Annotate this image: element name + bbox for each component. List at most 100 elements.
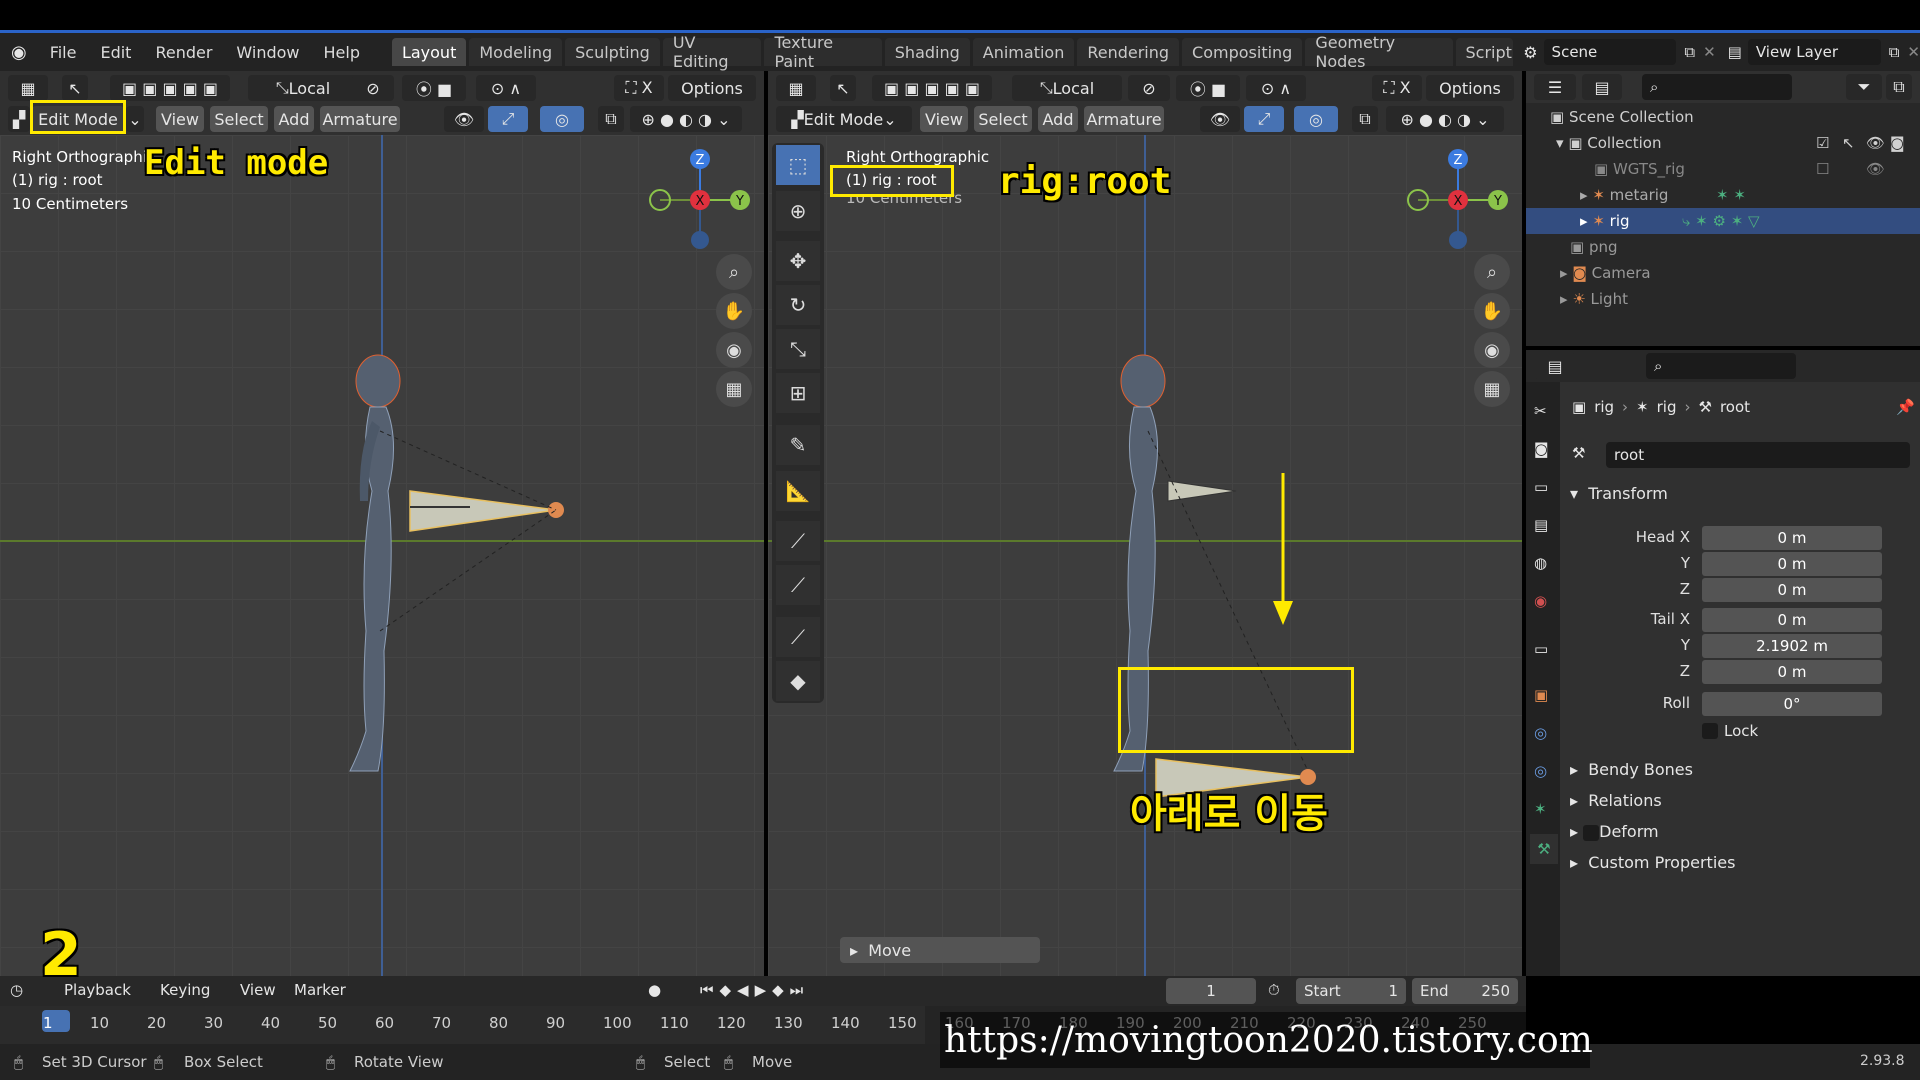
- tail-z-field[interactable]: 0 m: [1702, 660, 1882, 684]
- pivot-icon[interactable]: ⊘: [352, 75, 394, 101]
- expand-icon[interactable]: ▸: [1560, 290, 1572, 308]
- display-mode-icon[interactable]: ▤: [1582, 74, 1622, 100]
- expand-icon[interactable]: ▾: [1556, 134, 1568, 152]
- roll-field[interactable]: 0°: [1702, 692, 1882, 716]
- last-operation-panel[interactable]: ▸ Move: [840, 937, 1040, 963]
- move-tool-icon[interactable]: ✥: [776, 241, 820, 281]
- select-mode-icons[interactable]: ▣ ▣ ▣ ▣ ▣: [872, 75, 992, 101]
- tab-animation[interactable]: Animation: [972, 38, 1075, 66]
- menu-select[interactable]: Select: [974, 106, 1032, 132]
- outliner-item-rig[interactable]: ▸ ✶ rig ⤷ ✶ ⚙ ✶ ▽: [1526, 208, 1920, 234]
- envelope-tool-icon[interactable]: ◆: [776, 661, 820, 701]
- bone-tab-icon[interactable]: ⚒: [1530, 834, 1558, 864]
- bone-size-tool-icon[interactable]: ⟋: [776, 565, 820, 605]
- extrude-tool-icon[interactable]: ⟋: [776, 617, 820, 657]
- tail-y-field[interactable]: 2.1902 m: [1702, 634, 1882, 658]
- bendy-bones-panel-header[interactable]: ▸ Bendy Bones: [1570, 760, 1693, 779]
- new-collection-icon[interactable]: ⧉: [1886, 74, 1912, 100]
- mode-selector[interactable]: ▞ Edit Mode ⌄: [776, 106, 912, 132]
- cursor-tool-icon[interactable]: ⊕: [776, 191, 820, 231]
- mirror-x-icon[interactable]: ⛶ X: [614, 75, 664, 101]
- outliner-item-collection[interactable]: ▾ ▣ Collection ☑ ↖ 👁 ◙: [1526, 130, 1920, 156]
- outliner-item-camera[interactable]: ▸ ◙ Camera: [1526, 260, 1920, 286]
- bone-name-field[interactable]: root: [1606, 442, 1910, 468]
- viewport-left[interactable]: ▦ ↖ ▣ ▣ ▣ ▣ ▣ ⤡ Local ⊘ ⦿ ■ ⊙ ∧ ⛶ X Opti…: [0, 71, 764, 976]
- rotate-tool-icon[interactable]: ↻: [776, 285, 820, 325]
- overlay-toggle-icon[interactable]: ◎: [1294, 106, 1338, 132]
- xray-icon[interactable]: ⧉: [1352, 106, 1378, 132]
- expand-icon[interactable]: ▸: [1580, 212, 1592, 230]
- world-tab-icon[interactable]: ◉: [1534, 592, 1547, 610]
- render-tab-icon[interactable]: ◙: [1534, 440, 1549, 458]
- gizmo-toggle-icon[interactable]: ⤢: [488, 106, 528, 132]
- expand-icon[interactable]: ▸: [1580, 186, 1592, 204]
- mode-dropdown-icon[interactable]: ⌄: [126, 106, 144, 132]
- pan-hand-icon[interactable]: ✋: [716, 293, 752, 329]
- menu-file[interactable]: File: [38, 43, 89, 62]
- current-frame-field[interactable]: 1: [1166, 978, 1256, 1004]
- visibility-icon[interactable]: 👁: [444, 106, 484, 132]
- snap-icon[interactable]: ⦿ ■: [1176, 75, 1240, 101]
- properties-editor-icon[interactable]: ▤: [1534, 353, 1576, 379]
- pin-icon[interactable]: 📌: [1896, 398, 1915, 416]
- menu-window[interactable]: Window: [224, 43, 311, 62]
- tab-rendering[interactable]: Rendering: [1077, 38, 1180, 66]
- annotate-tool-icon[interactable]: ✎: [776, 425, 820, 465]
- timeline-editor-icon[interactable]: ◷: [10, 981, 23, 999]
- render-camera-icon[interactable]: ◙: [1890, 134, 1905, 152]
- shading-mode-icons[interactable]: ⊕ ● ◐ ◑ ⌄: [630, 106, 742, 132]
- menu-help[interactable]: Help: [312, 43, 372, 62]
- relations-panel-header[interactable]: ▸ Relations: [1570, 791, 1662, 810]
- tab-modeling[interactable]: Modeling: [469, 38, 563, 66]
- menu-add[interactable]: Add: [274, 106, 314, 132]
- gizmo-toggle-icon[interactable]: ⤢: [1244, 106, 1284, 132]
- checkbox-icon[interactable]: ☑: [1816, 134, 1829, 152]
- outliner-scene-collection[interactable]: ▣ Scene Collection: [1526, 104, 1920, 130]
- view-layer-selector[interactable]: View Layer: [1747, 39, 1881, 65]
- editor-type-icon[interactable]: ▦: [776, 75, 816, 101]
- mirror-x-icon[interactable]: ⛶ X: [1372, 75, 1422, 101]
- view-layer-tab-icon[interactable]: ▤: [1534, 516, 1548, 534]
- lock-checkbox[interactable]: Lock: [1702, 722, 1758, 740]
- ortho-grid-icon[interactable]: ▦: [1474, 371, 1510, 407]
- snap-icon[interactable]: ⦿ ■: [402, 75, 466, 101]
- navigation-gizmo[interactable]: Z Y X: [640, 145, 760, 255]
- tab-compositing[interactable]: Compositing: [1182, 38, 1303, 66]
- xray-icon[interactable]: ⧉: [598, 106, 624, 132]
- collection-tab-icon[interactable]: ▭: [1534, 640, 1548, 658]
- scale-tool-icon[interactable]: ⤡: [776, 329, 820, 369]
- checkbox-icon[interactable]: ☐: [1816, 160, 1829, 178]
- playback-controls[interactable]: ⏮◆◀▶◆⏭: [700, 981, 809, 999]
- deform-panel-header[interactable]: ▸ Deform: [1570, 822, 1659, 841]
- pivot-icon[interactable]: ⊘: [1128, 75, 1170, 101]
- tab-shading[interactable]: Shading: [884, 38, 970, 66]
- transform-orientation-dropdown[interactable]: ⤡ Local: [1012, 75, 1122, 101]
- eye-icon[interactable]: 👁: [1866, 160, 1885, 178]
- menu-view[interactable]: View: [920, 106, 968, 132]
- blender-logo-icon[interactable]: ◉: [0, 42, 38, 63]
- tab-scripting[interactable]: Scriptin: [1455, 38, 1514, 66]
- new-scene-icon[interactable]: ⧉: [1684, 43, 1695, 61]
- editor-type-icon[interactable]: ▦: [8, 75, 48, 101]
- menu-add[interactable]: Add: [1038, 106, 1078, 132]
- selectable-icon[interactable]: ↖: [1842, 134, 1855, 152]
- armature-data-tab-icon[interactable]: ✶: [1534, 800, 1547, 818]
- head-y-field[interactable]: 0 m: [1702, 552, 1882, 576]
- visibility-icon[interactable]: 👁: [1200, 106, 1240, 132]
- scene-tab-icon[interactable]: ◍: [1534, 554, 1547, 572]
- marker-menu[interactable]: Marker: [294, 981, 346, 999]
- select-tool-icon[interactable]: ↖: [830, 75, 856, 101]
- select-box-tool-icon[interactable]: ⬚: [776, 145, 820, 185]
- pan-hand-icon[interactable]: ✋: [1474, 293, 1510, 329]
- character-mesh[interactable]: [300, 331, 600, 811]
- zoom-icon[interactable]: ⌕: [1474, 254, 1510, 290]
- output-tab-icon[interactable]: ▭: [1534, 478, 1548, 496]
- properties-search-input[interactable]: ⌕: [1646, 353, 1796, 379]
- tab-sculpting[interactable]: Sculpting: [565, 38, 660, 66]
- select-mode-icons[interactable]: ▣ ▣ ▣ ▣ ▣: [110, 75, 230, 101]
- tab-uv-editing[interactable]: UV Editing: [662, 33, 762, 71]
- scene-selector[interactable]: Scene: [1543, 39, 1677, 65]
- filter-icon[interactable]: ⏷: [1846, 74, 1882, 100]
- outliner-item-light[interactable]: ▸ ☀ Light: [1526, 286, 1920, 312]
- delete-scene-icon[interactable]: ✕: [1703, 43, 1716, 61]
